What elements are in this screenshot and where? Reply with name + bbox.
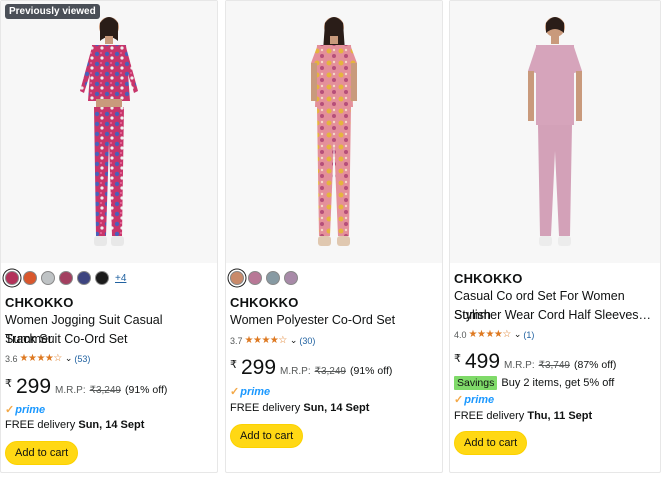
mrp-value: ₹3,249 — [314, 366, 346, 377]
product-card[interactable]: CHKOKKO Casual Co ord Set For Women Styl… — [449, 0, 661, 473]
chevron-down-icon[interactable]: ⌄ — [65, 353, 73, 364]
delivery-date: Sun, 14 Sept — [78, 419, 145, 431]
prime-logo: ✓ prime — [5, 403, 46, 417]
star-rating-icon: ★★★★☆ — [19, 353, 63, 364]
delivery-date: Sun, 14 Sept — [303, 402, 370, 414]
discount: (87% off) — [574, 359, 617, 371]
swatch-2[interactable] — [23, 271, 37, 285]
review-count[interactable]: (53) — [74, 354, 90, 364]
review-count[interactable]: (30) — [299, 336, 315, 346]
mrp-label: M.R.P: — [504, 360, 535, 371]
rating-value: 3.7 — [230, 335, 243, 346]
product-card[interactable]: CHKOKKO Women Polyester Co-Ord Set 3.7 ★… — [225, 0, 443, 473]
delivery-info: FREE delivery Sun, 14 Sept — [5, 419, 144, 431]
product-card[interactable]: Previously viewed +4 CHKOKKO Women Joggi… — [0, 0, 218, 473]
price-row: ₹299 M.R.P: ₹3,249 (91% off) — [5, 375, 167, 399]
delivery-info: FREE delivery Thu, 11 Sept — [454, 410, 592, 422]
product-image[interactable] — [226, 1, 442, 263]
prime-check-icon: ✓ — [230, 386, 240, 398]
rating-value: 3.6 — [5, 353, 18, 364]
mrp-label: M.R.P: — [55, 385, 86, 396]
model-pink-coord-icon — [528, 17, 582, 246]
discount: (91% off) — [350, 365, 393, 377]
swatch-1[interactable] — [5, 271, 19, 285]
prime-label: prime — [240, 385, 271, 398]
mrp-value: ₹3,249 — [89, 385, 121, 396]
previously-viewed-badge: Previously viewed — [5, 4, 100, 19]
swatch-3[interactable] — [41, 271, 55, 285]
model-print-tracksuit-icon — [80, 17, 138, 246]
add-to-cart-button[interactable]: Add to cart — [454, 431, 528, 455]
model-floral-coord-icon — [311, 17, 357, 246]
product-image[interactable]: Previously viewed — [1, 1, 217, 263]
prime-check-icon: ✓ — [5, 404, 15, 416]
price: 299 — [241, 356, 277, 379]
currency-symbol: ₹ — [454, 353, 461, 365]
chevron-down-icon[interactable]: ⌄ — [290, 335, 298, 346]
savings-badge: Savings — [454, 376, 498, 390]
product-title-line2[interactable]: Track Suit Co-Ord Set — [5, 330, 213, 349]
chevron-down-icon[interactable]: ⌄ — [514, 329, 522, 340]
mrp-label: M.R.P: — [280, 366, 311, 377]
star-rating-icon: ★★★★☆ — [468, 329, 512, 340]
review-count[interactable]: (1) — [523, 330, 534, 340]
swatch-1[interactable] — [230, 271, 244, 285]
swatch-2[interactable] — [248, 271, 262, 285]
color-swatches: +4 — [5, 271, 126, 285]
product-title-line1[interactable]: Women Polyester Co-Ord Set — [230, 311, 438, 330]
currency-symbol: ₹ — [230, 359, 237, 371]
rating[interactable]: 4.0 ★★★★☆ ⌄ (1) — [454, 329, 534, 340]
swatch-6[interactable] — [95, 271, 109, 285]
rating[interactable]: 3.7 ★★★★☆ ⌄ (30) — [230, 335, 315, 346]
more-colors-link[interactable]: +4 — [115, 273, 126, 284]
color-swatches — [230, 271, 298, 285]
rating[interactable]: 3.6 ★★★★☆ ⌄ (53) — [5, 353, 90, 364]
prime-label: prime — [15, 403, 46, 416]
star-rating-icon: ★★★★☆ — [244, 335, 288, 346]
product-image[interactable] — [450, 1, 660, 263]
prime-logo: ✓ prime — [454, 393, 495, 407]
price-row: ₹499 M.R.P: ₹3,749 (87% off) — [454, 350, 616, 374]
savings-offer: Savings Buy 2 items, get 5% off — [454, 376, 614, 390]
add-to-cart-button[interactable]: Add to cart — [230, 424, 304, 448]
swatch-5[interactable] — [77, 271, 91, 285]
swatch-4[interactable] — [59, 271, 73, 285]
add-to-cart-button[interactable]: Add to cart — [5, 441, 79, 465]
brand-name: CHKOKKO — [230, 295, 299, 310]
prime-label: prime — [464, 393, 495, 406]
currency-symbol: ₹ — [5, 378, 12, 390]
delivery-date: Thu, 11 Sept — [527, 410, 593, 422]
price: 299 — [16, 375, 52, 398]
delivery-prefix: FREE delivery — [5, 419, 76, 431]
price: 499 — [465, 350, 501, 373]
prime-check-icon: ✓ — [454, 394, 464, 406]
product-title-line2[interactable]: Summer Wear Cord Half Sleeves… — [454, 306, 656, 325]
price-row: ₹299 M.R.P: ₹3,249 (91% off) — [230, 356, 392, 380]
discount: (91% off) — [125, 384, 168, 396]
prime-logo: ✓ prime — [230, 385, 271, 399]
savings-text: Buy 2 items, get 5% off — [501, 377, 615, 389]
rating-value: 4.0 — [454, 329, 467, 340]
swatch-4[interactable] — [284, 271, 298, 285]
brand-name: CHKOKKO — [454, 271, 523, 286]
swatch-3[interactable] — [266, 271, 280, 285]
delivery-info: FREE delivery Sun, 14 Sept — [230, 402, 369, 414]
brand-name: CHKOKKO — [5, 295, 74, 310]
delivery-prefix: FREE delivery — [454, 410, 525, 422]
mrp-value: ₹3,749 — [538, 360, 570, 371]
delivery-prefix: FREE delivery — [230, 402, 301, 414]
